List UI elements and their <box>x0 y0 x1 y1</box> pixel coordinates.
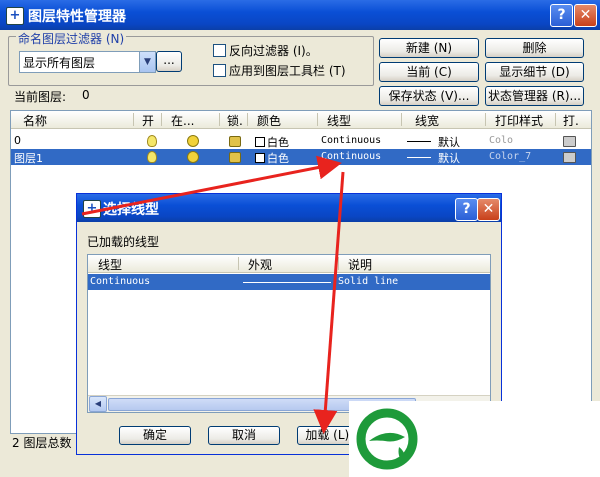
watermark-logo <box>349 401 600 477</box>
leaf-logo-icon <box>356 408 418 470</box>
arrow-to-load-button <box>313 171 345 434</box>
arrow-to-linetype <box>81 155 342 216</box>
